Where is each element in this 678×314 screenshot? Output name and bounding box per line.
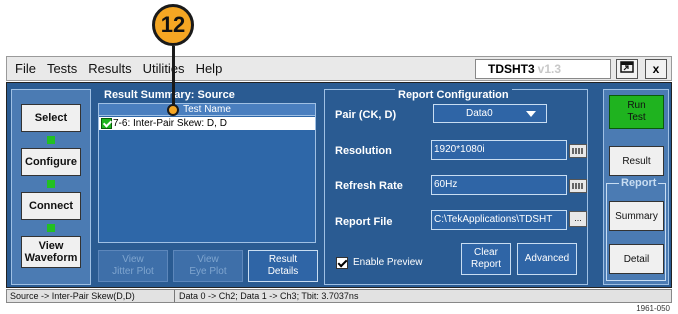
report-configuration-title: Report Configuration [395, 89, 512, 101]
main-panel: Select Configure Connect View Waveform R… [6, 82, 672, 288]
close-icon: x [652, 62, 660, 76]
clear-report-button[interactable]: Clear Report [461, 243, 511, 275]
run-test-button[interactable]: Run Test [609, 95, 664, 129]
browse-button[interactable]: ... [569, 211, 587, 227]
column-header-test-name[interactable]: Test Name [99, 104, 315, 116]
report-group-label: Report [619, 177, 659, 189]
callout-marker: 12 [152, 4, 194, 46]
refresh-rate-label: Refresh Rate [335, 180, 403, 192]
view-eye-plot-button[interactable]: View Eye Plot [173, 250, 243, 282]
keyboard-icon[interactable] [569, 179, 587, 193]
menu-utilities[interactable]: Utilities [143, 61, 185, 76]
advanced-button[interactable]: Advanced [517, 243, 577, 275]
view-jitter-plot-button[interactable]: View Jitter Plot [98, 250, 168, 282]
result-summary-panel: Result Summary: Source Test Name 7-6: In… [98, 89, 318, 285]
results-table: Test Name 7-6: Inter-Pair Skew: D, D [98, 103, 316, 243]
table-row[interactable]: 7-6: Inter-Pair Skew: D, D [99, 117, 315, 130]
result-button[interactable]: Result [609, 146, 664, 176]
resolution-label: Resolution [335, 145, 392, 157]
callout-dot [167, 104, 179, 116]
report-file-field[interactable]: C:\TekApplications\TDSHT [431, 210, 567, 230]
workflow-nav: Select Configure Connect View Waveform [11, 89, 91, 285]
menu-results[interactable]: Results [88, 61, 131, 76]
flow-arrow-icon [47, 224, 55, 232]
keyboard-icon[interactable] [569, 144, 587, 158]
pair-label: Pair (CK, D) [335, 109, 397, 121]
flow-arrow-icon [47, 180, 55, 188]
view-waveform-button[interactable]: View Waveform [21, 236, 81, 268]
resolution-field[interactable]: 1920*1080i [431, 140, 567, 160]
minimize-icon [620, 61, 634, 73]
app-title: TDSHT3 [488, 62, 535, 76]
chevron-down-icon [526, 111, 536, 117]
connect-button[interactable]: Connect [21, 192, 81, 220]
status-channel-info: Data 0 -> Ch2; Data 1 -> Ch3; Tbit: 3.70… [179, 291, 359, 301]
result-summary-title: Result Summary: Source [104, 89, 235, 101]
enable-preview-checkbox[interactable] [336, 257, 348, 269]
pair-dropdown[interactable]: Data0 [433, 104, 547, 123]
app-version: v1.3 [537, 62, 562, 76]
status-source: Source -> Inter-Pair Skew(D,D) [10, 291, 135, 301]
menu-tests[interactable]: Tests [47, 61, 77, 76]
result-details-button[interactable]: Result Details [248, 250, 318, 282]
report-configuration-panel: Report Configuration Pair (CK, D) Data0 … [324, 89, 588, 285]
menu-file[interactable]: File [15, 61, 36, 76]
callout-leader-line [172, 46, 175, 108]
report-file-label: Report File [335, 216, 393, 228]
enable-preview-label: Enable Preview [353, 257, 423, 268]
action-panel: Run Test Result Report Summary Detail [603, 89, 669, 285]
minimize-button[interactable] [616, 59, 638, 79]
close-button[interactable]: x [645, 59, 667, 79]
configure-button[interactable]: Configure [21, 148, 81, 176]
refresh-rate-field[interactable]: 60Hz [431, 175, 567, 195]
flow-arrow-icon [47, 136, 55, 144]
figure-id: 1961-050 [636, 304, 670, 313]
test-name-cell: 7-6: Inter-Pair Skew: D, D [113, 118, 227, 129]
summary-button[interactable]: Summary [609, 201, 664, 231]
app-title-box: TDSHT3 v1.3 [475, 59, 611, 79]
menu-bar: File Tests Results Utilities Help TDSHT3… [6, 56, 672, 81]
row-checkbox[interactable] [101, 118, 112, 129]
select-button[interactable]: Select [21, 104, 81, 132]
callout-number: 12 [160, 12, 186, 37]
status-divider [174, 290, 175, 302]
detail-button[interactable]: Detail [609, 244, 664, 274]
pair-value: Data0 [466, 108, 493, 119]
menu-help[interactable]: Help [196, 61, 223, 76]
status-bar: Source -> Inter-Pair Skew(D,D) Data 0 ->… [6, 289, 672, 303]
